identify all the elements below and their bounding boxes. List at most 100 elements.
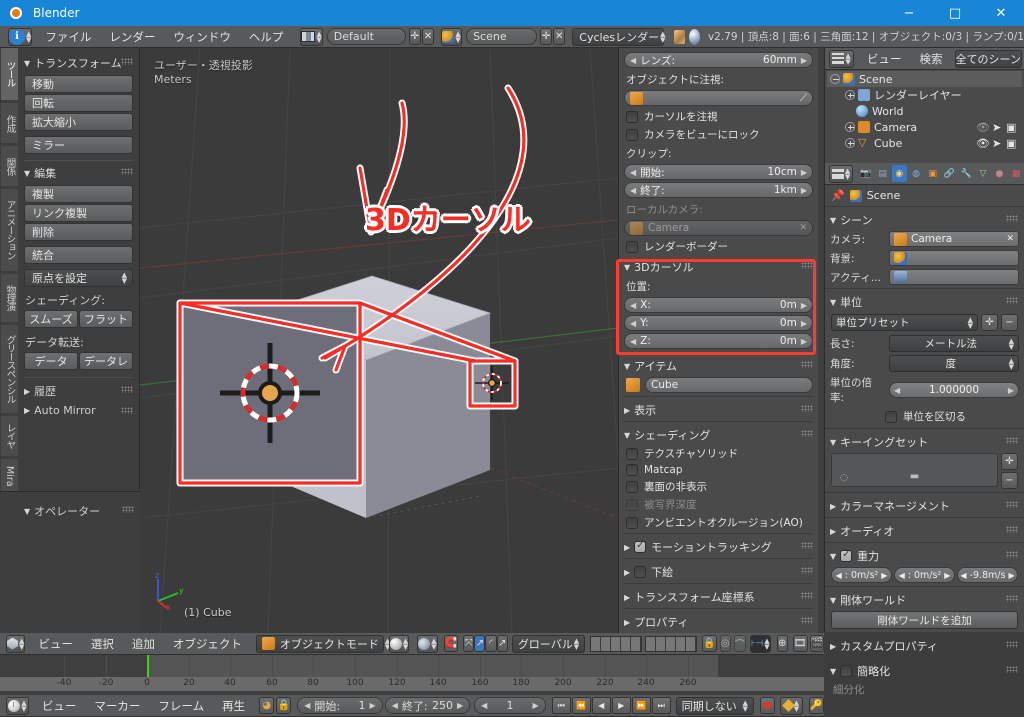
chevron-left-icon[interactable]: ◀: [894, 386, 900, 395]
timeline-editor-icon[interactable]: ▲ ▼: [6, 696, 29, 715]
menu-help[interactable]: ヘルプ: [240, 29, 293, 45]
join-button[interactable]: 統合: [24, 246, 133, 264]
eyedropper-icon[interactable]: ⟋: [800, 93, 807, 104]
tab-texture[interactable]: ▦: [1008, 165, 1024, 182]
scene-field[interactable]: Scene: [466, 28, 537, 45]
tab-physics[interactable]: 物理演: [1, 274, 18, 322]
scene-icon[interactable]: ▲ ▼: [441, 27, 463, 46]
mirror-button[interactable]: ミラー: [24, 136, 133, 154]
panel-grip-icon[interactable]: [1006, 437, 1018, 444]
units-section-header[interactable]: ▼ 単位: [830, 294, 1018, 310]
panel-grip-icon[interactable]: [1006, 666, 1018, 673]
separate-units-row[interactable]: 単位を区切る: [885, 409, 1018, 424]
jump-end-icon[interactable]: ⏭: [651, 697, 671, 714]
chevron-right-icon[interactable]: ▶: [1008, 571, 1014, 580]
panel-grip-icon[interactable]: [801, 592, 813, 599]
delete-screen-button[interactable]: ✕: [421, 28, 435, 45]
tl-menu-frame[interactable]: フレーム: [149, 698, 213, 714]
layer-grid-icon[interactable]: [590, 635, 698, 652]
gravity-x-field[interactable]: ◀ : 0m/s² ▶: [831, 567, 892, 583]
tab-mira[interactable]: Mira: [1, 459, 18, 493]
lock-camera-row[interactable]: カメラをビューにロック: [626, 127, 813, 142]
lock-object-field[interactable]: ⟋: [624, 90, 813, 106]
chevron-left-icon[interactable]: ◀: [304, 701, 310, 710]
chevron-right-icon[interactable]: ▶: [801, 301, 807, 310]
panel-grip-icon[interactable]: [121, 58, 133, 65]
snap-target-icon[interactable]: ⊕: [776, 635, 788, 652]
timeline-ruler[interactable]: -40 -20 0 20 40 60 80 100 120 140 160 18…: [0, 677, 824, 691]
panel-grip-icon[interactable]: [801, 361, 813, 368]
material-preview-icon[interactable]: [689, 28, 700, 45]
screen-layout-icon[interactable]: ▲ ▼: [300, 27, 323, 46]
snap-element-icon[interactable]: ⊦⊣ ▲ ▼: [749, 634, 771, 653]
outliner-row-scene[interactable]: Scene: [827, 71, 1022, 87]
transfer-data-button[interactable]: データ: [24, 352, 78, 370]
backface-culling-checkbox[interactable]: [626, 480, 638, 493]
vp-menu-add[interactable]: 追加: [123, 636, 164, 652]
add-rigidbody-world-button[interactable]: 剛体ワールドを追加: [831, 611, 1018, 629]
duplicate-linked-button[interactable]: リンク複製: [24, 204, 133, 222]
chevron-left-icon[interactable]: ◀: [392, 701, 398, 710]
lock-cursor-checkbox[interactable]: [626, 110, 638, 123]
expand-icon[interactable]: [845, 122, 855, 132]
render-border-checkbox[interactable]: [626, 240, 638, 253]
matcap-checkbox[interactable]: [626, 464, 638, 476]
properties-editor-icon[interactable]: ▲ ▼: [829, 164, 854, 183]
sequencer-icon[interactable]: 🎬: [809, 635, 824, 652]
transform-orientation-dropdown[interactable]: グローバル ▲ ▼: [511, 634, 586, 653]
item-name-field[interactable]: Cube: [645, 377, 813, 393]
gravity-checkbox[interactable]: [840, 549, 853, 562]
chevron-right-icon[interactable]: ▶: [370, 701, 376, 710]
chevron-left-icon[interactable]: ◀: [630, 301, 636, 310]
outliner-row-camera[interactable]: Camera 👁 ➤ ▣: [827, 119, 1022, 135]
chevron-right-icon[interactable]: ▶: [801, 186, 807, 195]
menu-window[interactable]: ウィンドウ: [164, 29, 240, 45]
tab-world[interactable]: ◍: [908, 165, 924, 182]
snap-magnet-icon[interactable]: 🧲: [443, 635, 459, 652]
tab-grease-pencil[interactable]: グリースペンシル: [1, 325, 18, 413]
matcap-row[interactable]: Matcap: [626, 464, 813, 476]
lens-field[interactable]: ◀ レンズ: 60mm ▶: [624, 52, 813, 68]
duplicate-button[interactable]: 複製: [24, 185, 133, 203]
play-icon[interactable]: ▶: [611, 697, 631, 714]
chevron-left-icon[interactable]: ◀: [836, 571, 842, 580]
panel-grip-icon[interactable]: [121, 407, 133, 414]
3d-viewport[interactable]: ユーザー・透視投影 Meters (1) Cube 3Dカーソル z y x: [140, 48, 618, 633]
scene-section-header[interactable]: ▼ シーン: [830, 212, 1018, 228]
properties-header[interactable]: ▶ プロパティ: [624, 614, 813, 630]
panel-grip-icon[interactable]: [801, 405, 813, 412]
remove-keying-set-button[interactable]: −: [1001, 472, 1018, 489]
tab-material[interactable]: ●: [992, 165, 1008, 182]
render-border-row[interactable]: レンダーボーダー: [626, 239, 813, 254]
rigidbody-section-header[interactable]: ▼ 剛体ワールド: [830, 592, 1018, 608]
scale-button[interactable]: 拡大縮小: [24, 113, 133, 131]
menu-render[interactable]: レンダー: [100, 29, 164, 45]
local-camera-field[interactable]: Camera ✕: [624, 220, 813, 236]
play-reverse-icon[interactable]: ◀: [591, 697, 611, 714]
tab-animation[interactable]: アニメーション: [1, 189, 18, 271]
transfer-data-layout-button[interactable]: データレ: [79, 352, 133, 370]
proportional-edit-icon[interactable]: ◎: [719, 635, 731, 652]
length-dropdown[interactable]: メートル法 ▲ ▼: [889, 335, 1019, 352]
outliner-row-renderlayers[interactable]: レンダーレイヤー: [827, 87, 1022, 103]
menu-file[interactable]: ファイル: [36, 29, 100, 45]
tab-data[interactable]: ▽: [975, 165, 991, 182]
transform-panel-header[interactable]: ▼ トランスフォーム: [24, 55, 133, 71]
prev-keyframe-icon[interactable]: ⏪: [571, 697, 591, 714]
background-field[interactable]: [889, 250, 1019, 266]
tab-tools[interactable]: ツール: [1, 48, 18, 100]
cursor3d-x-field[interactable]: ◀ X: 0m ▶: [624, 297, 813, 313]
auto-keyframe-icon[interactable]: ◕: [259, 697, 275, 714]
edit-panel-header[interactable]: ▼ 編集: [24, 165, 133, 181]
add-keying-set-button[interactable]: ✛: [1001, 453, 1018, 470]
background-images-checkbox[interactable]: [634, 566, 647, 578]
expand-icon[interactable]: [845, 138, 855, 148]
custom-properties-section-header[interactable]: ▶ カスタムプロパティ: [830, 638, 1018, 654]
operator-panel-header[interactable]: ▼ オペレーター: [24, 503, 134, 519]
vp-menu-view[interactable]: ビュー: [29, 636, 82, 652]
panel-grip-icon[interactable]: [801, 262, 813, 269]
timeline-editor[interactable]: -40 -20 0 20 40 60 80 100 120 140 160 18…: [0, 655, 824, 695]
unit-preset-dropdown[interactable]: 単位プリセット ▲ ▼: [831, 314, 978, 331]
keying-sets-list[interactable]: ◌ ▬: [831, 453, 998, 487]
gravity-z-field[interactable]: ◀ -9.8m/s ▶: [957, 567, 1018, 583]
